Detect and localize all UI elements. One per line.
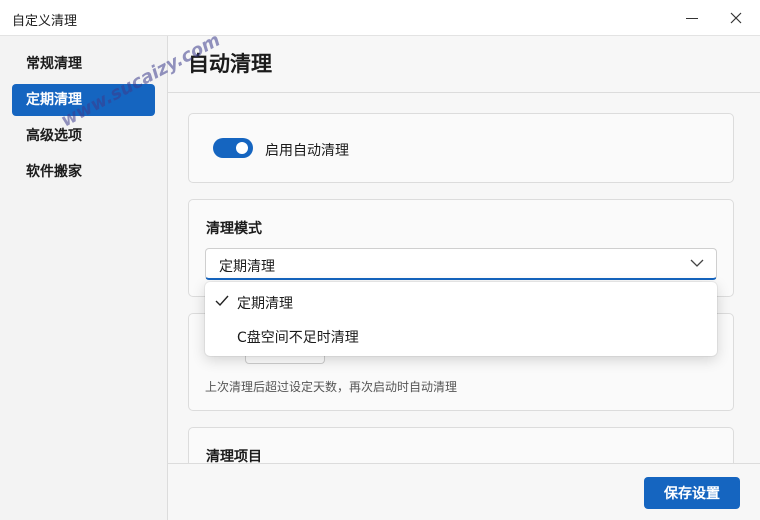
sidebar-item-general-clean[interactable]: 常规清理 [12,48,155,80]
sidebar-item-software-move[interactable]: 软件搬家 [12,156,155,188]
sidebar: 常规清理 定期清理 高级选项 软件搬家 [0,36,168,520]
clean-mode-select[interactable]: 定期清理 [205,248,717,280]
dropdown-option-label: C盘空间不足时清理 [237,330,359,346]
sidebar-item-advanced-options[interactable]: 高级选项 [12,120,155,152]
clean-mode-dropdown: 定期清理 C盘空间不足时清理 [205,282,717,356]
check-icon [215,295,229,307]
auto-clean-toggle[interactable] [213,138,253,158]
toggle-knob [236,142,248,154]
dropdown-option-label: 定期清理 [237,296,293,312]
sidebar-item-scheduled-clean[interactable]: 定期清理 [12,84,155,116]
dropdown-option-low-space[interactable]: C盘空间不足时清理 [205,319,717,353]
minimize-icon [686,17,698,19]
footer: 保存设置 [168,463,760,520]
interval-hint: 上次清理后超过设定天数，再次启动时自动清理 [205,380,458,394]
main-content: 自动清理 启用自动清理 清理模式 定期清理 上次清理后超过设定天数，再次启动时自… [168,36,760,520]
minimize-button[interactable] [672,4,712,32]
clean-mode-selected-value: 定期清理 [219,259,275,275]
dropdown-option-scheduled[interactable]: 定期清理 [205,285,717,319]
save-settings-button[interactable]: 保存设置 [644,477,740,509]
clean-mode-title: 清理模式 [206,221,262,237]
auto-clean-card: 启用自动清理 [188,113,734,183]
close-button[interactable] [716,4,756,32]
window-title: 自定义清理 [12,14,78,29]
page-header: 自动清理 [168,36,760,93]
chevron-down-icon [690,259,704,267]
title-bar: 自定义清理 [0,0,760,36]
close-icon [730,12,742,24]
auto-clean-toggle-label: 启用自动清理 [265,143,349,159]
page-title: 自动清理 [188,52,272,76]
